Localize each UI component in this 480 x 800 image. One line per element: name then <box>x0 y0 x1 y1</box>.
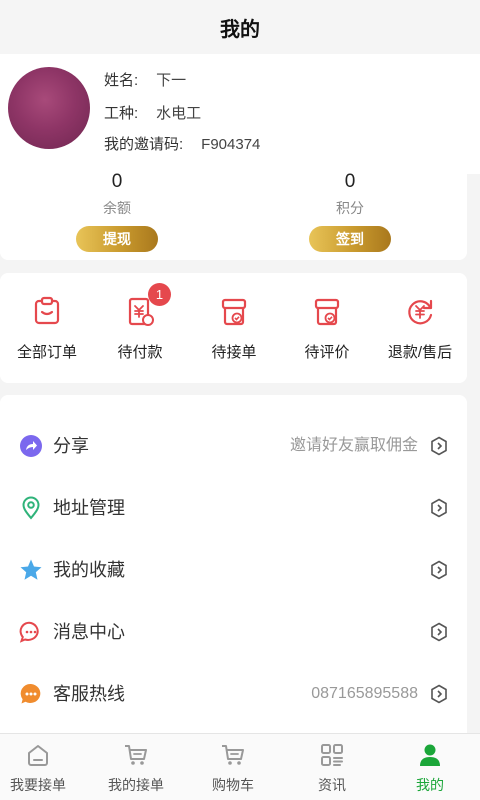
menu-item-messages[interactable]: 消息中心 <box>0 601 467 663</box>
pending-payment-badge: 1 <box>148 283 171 306</box>
location-icon <box>19 496 43 520</box>
clipboard-icon <box>30 295 64 329</box>
withdraw-button[interactable]: 提现 <box>76 226 158 252</box>
profile-card: 姓名: 下一 工种: 水电工 我的邀请码: F904374 <box>0 54 480 174</box>
star-icon <box>19 558 43 582</box>
avatar[interactable] <box>8 67 90 149</box>
home-icon <box>25 742 51 768</box>
tab-label: 我要接单 <box>10 777 66 793</box>
tab-bar: 我要接单 我的接单 购物车 资讯 我的 <box>0 733 480 800</box>
invite-code-label: 我的邀请码: <box>104 136 184 153</box>
refund-icon <box>403 295 437 329</box>
balance-value: 0 <box>111 171 123 192</box>
order-pending-accept-label: 待接单 <box>211 344 257 361</box>
points-value: 0 <box>344 171 356 192</box>
invite-code-value: F904374 <box>201 136 261 153</box>
order-pending-payment-label: 待付款 <box>117 344 163 361</box>
user-icon <box>417 742 443 768</box>
order-refund[interactable]: 退款/售后 <box>373 295 467 362</box>
menu-item-address[interactable]: 地址管理 <box>0 477 467 539</box>
balance-label: 余额 <box>103 200 131 216</box>
menu-item-label: 客服热线 <box>53 684 125 704</box>
invite-code-row: 我的邀请码: F904374 <box>104 133 260 154</box>
tab-mine[interactable]: 我的 <box>382 742 478 795</box>
order-pending-payment[interactable]: 1 待付款 <box>93 283 187 362</box>
tab-label: 我的接单 <box>108 777 164 793</box>
name-row: 姓名: 下一 <box>104 69 186 90</box>
chevron-right-icon <box>430 622 448 642</box>
chevron-right-icon <box>430 498 448 518</box>
menu-item-label: 地址管理 <box>53 498 125 518</box>
cart-icon <box>220 742 246 768</box>
points-label: 积分 <box>336 200 364 216</box>
stats-card: 0 余额 提现 0 积分 签到 <box>0 168 467 260</box>
order-all[interactable]: 全部订单 <box>0 295 94 362</box>
box-check-icon <box>310 295 344 329</box>
grid-icon <box>319 742 345 768</box>
tab-news[interactable]: 资讯 <box>284 742 380 795</box>
order-refund-label: 退款/售后 <box>387 344 453 361</box>
checkin-button[interactable]: 签到 <box>309 226 391 252</box>
orders-card: 全部订单 1 待付款 待接单 待评价 退款/售后 <box>0 273 467 383</box>
tab-my-orders[interactable]: 我的接单 <box>88 742 184 795</box>
chevron-right-icon <box>430 560 448 580</box>
chevron-right-icon <box>430 436 448 456</box>
tab-label: 我的 <box>416 777 444 793</box>
share-icon <box>19 434 43 458</box>
balance-stat: 0 余额 提现 <box>37 168 197 252</box>
menu-card: 分享 邀请好友赢取佣金 地址管理 我的收藏 消息中心 客服热线 08716589… <box>0 395 467 740</box>
menu-item-share[interactable]: 分享 邀请好友赢取佣金 <box>0 415 467 477</box>
order-pending-review-label: 待评价 <box>304 344 350 361</box>
menu-item-hotline[interactable]: 客服热线 087165895588 <box>0 663 467 725</box>
job-label: 工种: <box>104 105 139 122</box>
message-icon <box>19 620 43 644</box>
name-value: 下一 <box>156 72 187 89</box>
name-label: 姓名: <box>104 72 139 89</box>
page-title: 我的 <box>220 18 260 41</box>
chevron-right-icon <box>430 684 448 704</box>
tab-take-orders[interactable]: 我要接单 <box>0 742 86 795</box>
hotline-icon <box>19 682 43 706</box>
menu-item-value: 087165895588 <box>311 685 418 702</box>
job-row: 工种: 水电工 <box>104 102 201 123</box>
tab-label: 购物车 <box>212 777 254 793</box>
cart-icon <box>123 742 149 768</box>
job-value: 水电工 <box>156 105 202 122</box>
order-pending-review[interactable]: 待评价 <box>280 295 374 362</box>
menu-item-label: 消息中心 <box>53 622 125 642</box>
points-stat: 0 积分 签到 <box>270 168 430 252</box>
tab-label: 资讯 <box>318 777 346 793</box>
box-check-icon <box>217 295 251 329</box>
menu-item-favorites[interactable]: 我的收藏 <box>0 539 467 601</box>
tab-cart[interactable]: 购物车 <box>185 742 281 795</box>
header: 我的 <box>0 0 480 54</box>
order-pending-accept[interactable]: 待接单 <box>187 295 281 362</box>
yuan-bill-icon: 1 <box>123 283 171 329</box>
menu-item-label: 我的收藏 <box>53 560 125 580</box>
order-all-label: 全部订单 <box>16 344 77 361</box>
menu-item-value: 邀请好友赢取佣金 <box>289 437 418 454</box>
menu-item-label: 分享 <box>53 436 89 456</box>
